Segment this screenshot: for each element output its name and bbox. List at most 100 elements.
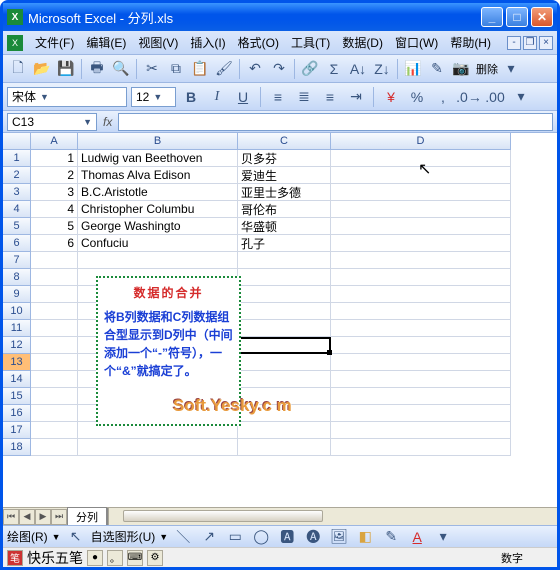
row-header-8[interactable]: 8: [3, 269, 31, 286]
row-header-6[interactable]: 6: [3, 235, 31, 252]
fill-color-icon[interactable]: ◧: [354, 526, 376, 548]
fmt-overflow-icon[interactable]: ▾: [510, 86, 532, 108]
cell-C14[interactable]: [238, 371, 331, 388]
textbox-icon[interactable]: 🅰: [276, 526, 298, 548]
minimize-button[interactable]: _: [481, 7, 503, 27]
arrow-icon[interactable]: ↗: [198, 526, 220, 548]
cell-C16[interactable]: [238, 405, 331, 422]
draw-menu[interactable]: 绘图(R): [7, 528, 48, 545]
row-header-15[interactable]: 15: [3, 388, 31, 405]
menu-edit[interactable]: 编辑(E): [80, 32, 132, 53]
cell-D9[interactable]: [331, 286, 511, 303]
currency-icon[interactable]: ¥: [380, 86, 402, 108]
format-painter-icon[interactable]: 🖌: [213, 58, 235, 80]
row-header-10[interactable]: 10: [3, 303, 31, 320]
rectangle-icon[interactable]: ▭: [224, 526, 246, 548]
new-icon[interactable]: 🗋: [7, 58, 29, 80]
select-all-button[interactable]: [3, 133, 31, 150]
cell-D11[interactable]: [331, 320, 511, 337]
bold-button[interactable]: B: [180, 86, 202, 108]
decrease-decimal-icon[interactable]: .00: [484, 86, 506, 108]
cell-C1[interactable]: 贝多芬: [238, 150, 331, 167]
cell-D8[interactable]: [331, 269, 511, 286]
row-header-9[interactable]: 9: [3, 286, 31, 303]
row-header-18[interactable]: 18: [3, 439, 31, 456]
cell-D13[interactable]: [331, 354, 511, 371]
chart-icon[interactable]: 📊: [402, 58, 424, 80]
camera-icon[interactable]: 📷: [450, 58, 472, 80]
cell-D6[interactable]: [331, 235, 511, 252]
align-right-icon[interactable]: ≡: [319, 86, 341, 108]
cell-D2[interactable]: [331, 167, 511, 184]
row-header-1[interactable]: 1: [3, 150, 31, 167]
cell-A17[interactable]: [31, 422, 78, 439]
menu-view[interactable]: 视图(V): [132, 32, 184, 53]
font-name-combo[interactable]: 宋体 ▼: [7, 87, 127, 107]
align-left-icon[interactable]: ≡: [267, 86, 289, 108]
cell-D12[interactable]: [331, 337, 511, 354]
cell-A8[interactable]: [31, 269, 78, 286]
cell-C4[interactable]: 哥伦布: [238, 201, 331, 218]
autoshapes-menu[interactable]: 自选图形(U): [91, 528, 156, 545]
line-color-icon[interactable]: ✎: [380, 526, 402, 548]
hyperlink-icon[interactable]: 🔗: [299, 58, 321, 80]
menu-data[interactable]: 数据(D): [336, 32, 389, 53]
cell-B4[interactable]: Christopher Columbu: [78, 201, 238, 218]
menu-help[interactable]: 帮助(H): [444, 32, 497, 53]
cell-C2[interactable]: 爱迪生: [238, 167, 331, 184]
cell-B5[interactable]: George Washingto: [78, 218, 238, 235]
toolbar-overflow-icon[interactable]: ▾: [500, 58, 522, 80]
cell-C8[interactable]: [238, 269, 331, 286]
cell-C10[interactable]: [238, 303, 331, 320]
cell-C6[interactable]: 孔子: [238, 235, 331, 252]
cell-B18[interactable]: [78, 439, 238, 456]
cell-A12[interactable]: [31, 337, 78, 354]
cell-D7[interactable]: [331, 252, 511, 269]
ime-icon[interactable]: 笔: [7, 550, 23, 566]
cell-C9[interactable]: [238, 286, 331, 303]
oval-icon[interactable]: ◯: [250, 526, 272, 548]
cell-D14[interactable]: [331, 371, 511, 388]
column-header-D[interactable]: D: [331, 133, 511, 150]
select-objects-icon[interactable]: ↖: [65, 526, 87, 548]
clipart-icon[interactable]: 🖼: [328, 526, 350, 548]
fx-icon[interactable]: fx: [103, 115, 112, 129]
cell-A10[interactable]: [31, 303, 78, 320]
cell-D1[interactable]: [331, 150, 511, 167]
cell-B2[interactable]: Thomas Alva Edison: [78, 167, 238, 184]
cell-A15[interactable]: [31, 388, 78, 405]
cell-D15[interactable]: [331, 388, 511, 405]
menu-insert[interactable]: 插入(I): [184, 32, 231, 53]
cell-A1[interactable]: 1: [31, 150, 78, 167]
cell-B6[interactable]: Confuciu: [78, 235, 238, 252]
comma-icon[interactable]: ,: [432, 86, 454, 108]
font-color-icon[interactable]: A: [406, 526, 428, 548]
mdi-close-button[interactable]: ×: [539, 36, 553, 50]
cell-A16[interactable]: [31, 405, 78, 422]
cut-icon[interactable]: ✂: [141, 58, 163, 80]
draw-overflow-icon[interactable]: ▾: [432, 526, 454, 548]
mdi-minimize-button[interactable]: -: [507, 36, 521, 50]
cell-C11[interactable]: [238, 320, 331, 337]
column-header-C[interactable]: C: [238, 133, 331, 150]
cell-D17[interactable]: [331, 422, 511, 439]
sheet-nav-prev-icon[interactable]: ◀: [19, 509, 35, 525]
menu-format[interactable]: 格式(O): [232, 32, 285, 53]
drawing-icon[interactable]: ✎: [426, 58, 448, 80]
copy-icon[interactable]: ⧉: [165, 58, 187, 80]
cell-C3[interactable]: 亚里士多德: [238, 184, 331, 201]
sheet-nav-first-icon[interactable]: ⏮: [3, 509, 19, 525]
row-header-17[interactable]: 17: [3, 422, 31, 439]
cell-A11[interactable]: [31, 320, 78, 337]
row-header-4[interactable]: 4: [3, 201, 31, 218]
sheet-nav-last-icon[interactable]: ⏭: [51, 509, 67, 525]
cell-A14[interactable]: [31, 371, 78, 388]
sheet-tab[interactable]: 分列: [67, 507, 107, 526]
cell-D16[interactable]: [331, 405, 511, 422]
row-header-5[interactable]: 5: [3, 218, 31, 235]
open-icon[interactable]: 📂: [31, 58, 53, 80]
row-header-14[interactable]: 14: [3, 371, 31, 388]
row-header-12[interactable]: 12: [3, 337, 31, 354]
cell-D3[interactable]: [331, 184, 511, 201]
paste-icon[interactable]: 📋: [189, 58, 211, 80]
